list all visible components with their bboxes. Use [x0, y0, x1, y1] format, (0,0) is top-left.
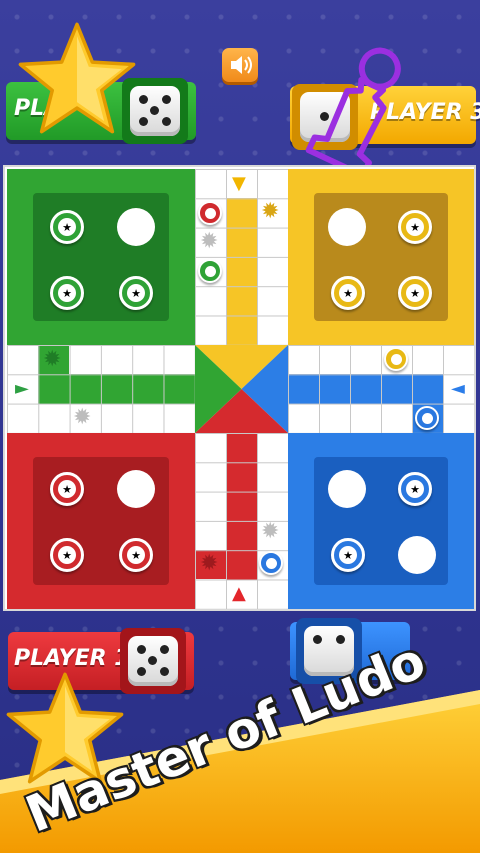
ludo-board: ★ ★ ★ ★ ★ ★ ★ ★ ★ ★ ★ ✹ ✹ ▼ ✹ ✹ ▲ ✹ ✹ ► …: [3, 165, 476, 611]
yellow-token[interactable]: ★: [398, 276, 432, 310]
right-track: ◄: [288, 345, 474, 433]
green-token[interactable]: ★: [119, 276, 153, 310]
dice-icon: [130, 86, 180, 136]
empty-slot: [398, 536, 436, 574]
green-base: ★ ★ ★: [7, 169, 195, 345]
green-token[interactable]: [198, 259, 222, 283]
blue-arrow-icon: ◄: [451, 378, 465, 399]
empty-slot: [328, 208, 366, 246]
player1-dice-box[interactable]: [120, 628, 186, 694]
blue-token[interactable]: [259, 551, 283, 575]
safe-star-icon: ✹: [73, 405, 92, 430]
dice-icon: [128, 636, 178, 686]
safe-star-icon: ✹: [200, 229, 219, 254]
blue-token[interactable]: [415, 406, 439, 430]
top-track: ✹ ✹ ▼: [195, 169, 288, 345]
green-arrow-icon: ►: [15, 378, 29, 399]
player1-label: PLAYER 1: [14, 646, 130, 671]
safe-star-icon: ✹: [200, 551, 219, 576]
center-home: [195, 345, 288, 433]
yellow-base: ★ ★ ★: [288, 169, 474, 345]
red-token[interactable]: ★: [119, 538, 153, 572]
red-base: ★ ★ ★: [7, 433, 195, 609]
empty-slot: [117, 208, 155, 246]
empty-slot: [328, 470, 366, 508]
yellow-token[interactable]: [384, 347, 408, 371]
safe-star-icon: ✹: [43, 347, 62, 372]
bottom-track: ✹ ✹ ▲: [195, 433, 288, 609]
star-icon: [18, 22, 136, 134]
red-token[interactable]: ★: [50, 472, 84, 506]
blue-token[interactable]: ★: [331, 538, 365, 572]
red-token[interactable]: ★: [50, 538, 84, 572]
empty-slot: [117, 470, 155, 508]
safe-star-icon: ✹: [261, 519, 280, 544]
blue-token[interactable]: ★: [398, 472, 432, 506]
green-token[interactable]: ★: [50, 210, 84, 244]
speaker-icon: [231, 56, 252, 74]
sound-button[interactable]: [222, 48, 258, 82]
red-token[interactable]: [198, 201, 222, 225]
green-token[interactable]: ★: [50, 276, 84, 310]
left-track: ✹ ✹ ►: [7, 345, 195, 433]
safe-star-icon: ✹: [261, 199, 280, 224]
red-arrow-icon: ▲: [232, 583, 246, 604]
yellow-token[interactable]: ★: [398, 210, 432, 244]
blue-base: ★ ★: [288, 433, 474, 609]
yellow-arrow-icon: ▼: [232, 173, 246, 194]
yellow-token[interactable]: ★: [331, 276, 365, 310]
